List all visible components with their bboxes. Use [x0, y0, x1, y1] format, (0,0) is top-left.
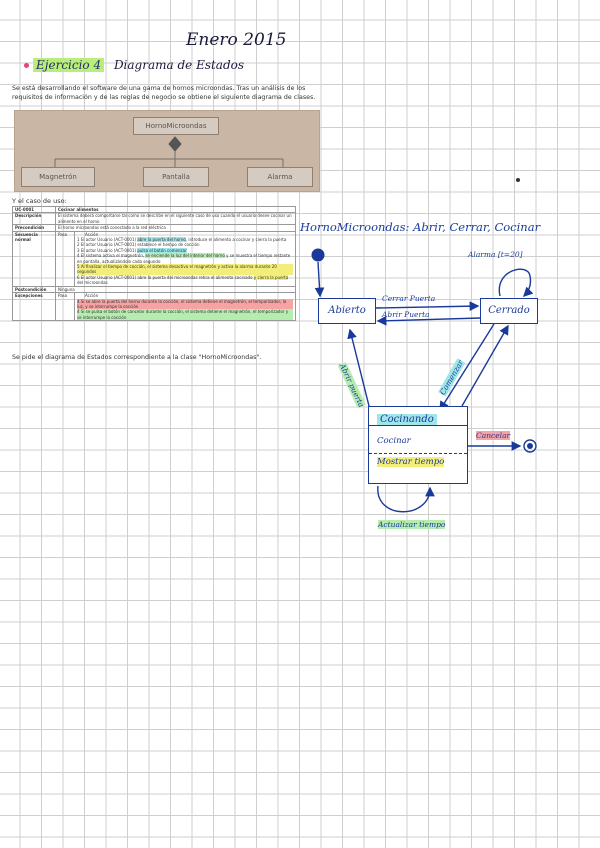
state-label: Cerrado	[488, 305, 530, 316]
label-cerrar: Cerrar Puerta	[382, 294, 436, 303]
state-cocinando: Cocinando Cocinar Mostrar tiempo	[368, 406, 468, 484]
do-activity-2: Mostrar tiempo	[377, 457, 445, 467]
label-abrir: Abrir Puerta	[382, 310, 430, 319]
state-abierto: Abierto	[318, 298, 376, 324]
state-label: Cocinando	[377, 414, 437, 425]
state-label: Abierto	[328, 305, 366, 316]
label-actualizar: Actualizar tiempo	[378, 520, 446, 529]
label-alarma: Alarma [t=20]	[468, 250, 523, 259]
state-cerrado: Cerrado	[480, 298, 538, 324]
state-diagram-arrows	[311, 248, 537, 513]
do-activity: Cocinar	[377, 436, 411, 446]
label-cancelar: Cancelar	[476, 431, 511, 440]
initial-state	[311, 248, 325, 262]
state-header: Cocinando	[369, 407, 467, 426]
